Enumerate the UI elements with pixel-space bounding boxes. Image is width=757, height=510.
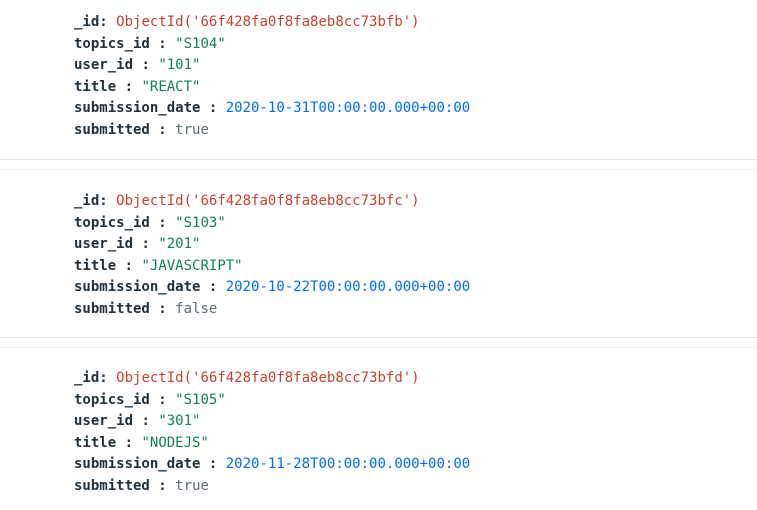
field-separator: : (158, 391, 167, 408)
field-topics-id: topics_id : "S105" (74, 390, 734, 412)
field-submitted: submitted : true (74, 476, 734, 498)
document-card[interactable]: _id: ObjectId('66f428fa0f8fa8eb8cc73bfb'… (74, 12, 734, 141)
field-value-objectid[interactable]: ObjectId('66f428fa0f8fa8eb8cc73bfb') (116, 14, 419, 30)
field-value-boolean[interactable]: true (175, 478, 209, 494)
field-value-objectid[interactable]: ObjectId('66f428fa0f8fa8eb8cc73bfc') (116, 193, 419, 209)
field-value-date[interactable]: 2020-10-22T00:00:00.000+00:00 (226, 279, 470, 295)
field-key: submission_date (74, 279, 201, 295)
field-title: title : "JAVASCRIPT" (74, 256, 734, 278)
field-separator: : (158, 35, 167, 52)
field-submission-date: submission_date : 2020-11-28T00:00:00.00… (74, 454, 734, 476)
field-value-string[interactable]: "201" (158, 236, 200, 252)
field-value-string[interactable]: "S104" (175, 36, 226, 52)
field-value-date[interactable]: 2020-11-28T00:00:00.000+00:00 (226, 456, 470, 472)
field-submitted: submitted : true (74, 120, 734, 142)
field-separator: : (208, 279, 218, 295)
field-separator: : (141, 57, 150, 73)
document-divider (0, 169, 757, 170)
field-separator: : (158, 121, 167, 138)
field-key: title (74, 78, 117, 95)
document-divider (0, 159, 757, 160)
field-separator: : (124, 434, 134, 451)
field-key: title (74, 434, 117, 451)
field-value-string[interactable]: "NODEJS" (141, 435, 208, 451)
field-title: title : "NODEJS" (74, 433, 734, 455)
field-user-id: user_id : "301" (74, 411, 734, 433)
field-separator: : (208, 456, 218, 472)
field-value-date[interactable]: 2020-10-31T00:00:00.000+00:00 (226, 100, 470, 116)
field-key: topics_id (74, 35, 150, 52)
field-separator: : (141, 413, 150, 429)
field-key: topics_id (74, 214, 150, 231)
field-separator: : (208, 100, 218, 116)
field-key: topics_id (74, 391, 150, 408)
field-id: _id: ObjectId('66f428fa0f8fa8eb8cc73bfd'… (74, 368, 734, 390)
field-submitted: submitted : false (74, 299, 734, 321)
field-submission-date: submission_date : 2020-10-31T00:00:00.00… (74, 98, 734, 120)
field-value-string[interactable]: "JAVASCRIPT" (141, 258, 242, 274)
field-key: submitted (74, 477, 150, 494)
field-id: _id: ObjectId('66f428fa0f8fa8eb8cc73bfc'… (74, 191, 734, 213)
field-value-string[interactable]: "101" (158, 57, 200, 73)
field-value-string[interactable]: "S105" (175, 392, 226, 408)
field-submission-date: submission_date : 2020-10-22T00:00:00.00… (74, 277, 734, 299)
field-key: submitted (74, 121, 150, 138)
field-separator: : (99, 370, 108, 386)
field-key: user_id (74, 413, 134, 429)
field-key: _id (74, 370, 100, 386)
field-key: submission_date (74, 456, 201, 472)
field-separator: : (99, 14, 108, 30)
field-title: title : "REACT" (74, 77, 734, 99)
field-key: submission_date (74, 100, 201, 116)
field-value-boolean[interactable]: false (175, 301, 217, 317)
document-divider (0, 347, 757, 348)
field-user-id: user_id : "101" (74, 55, 734, 77)
field-value-string[interactable]: "301" (158, 413, 200, 429)
field-key: user_id (74, 236, 134, 252)
field-value-string[interactable]: "S103" (175, 215, 226, 231)
field-topics-id: topics_id : "S103" (74, 213, 734, 235)
field-value-boolean[interactable]: true (175, 122, 209, 138)
document-divider (0, 337, 757, 338)
field-value-objectid[interactable]: ObjectId('66f428fa0f8fa8eb8cc73bfd') (116, 370, 419, 386)
field-key: _id (74, 193, 100, 209)
field-key: submitted (74, 300, 150, 317)
field-value-string[interactable]: "REACT" (141, 79, 200, 95)
field-id: _id: ObjectId('66f428fa0f8fa8eb8cc73bfb'… (74, 12, 734, 34)
document-card[interactable]: _id: ObjectId('66f428fa0f8fa8eb8cc73bfd'… (74, 368, 734, 497)
field-user-id: user_id : "201" (74, 234, 734, 256)
document-card[interactable]: _id: ObjectId('66f428fa0f8fa8eb8cc73bfc'… (74, 191, 734, 320)
field-separator: : (124, 257, 134, 274)
field-topics-id: topics_id : "S104" (74, 34, 734, 56)
field-key: _id (74, 14, 100, 30)
field-key: user_id (74, 57, 134, 73)
field-separator: : (158, 477, 167, 494)
field-separator: : (141, 236, 150, 252)
field-separator: : (124, 78, 134, 95)
field-separator: : (158, 300, 167, 317)
field-separator: : (99, 193, 108, 209)
field-key: title (74, 257, 117, 274)
field-separator: : (158, 214, 167, 231)
